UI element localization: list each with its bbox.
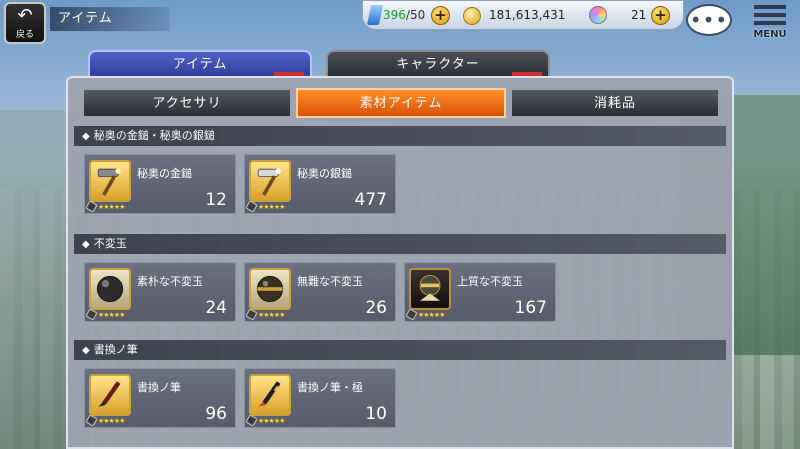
- menu-label: MENU: [753, 29, 787, 40]
- sub-tab-bar: アクセサリ 素材アイテム 消耗品: [82, 88, 720, 118]
- tab-characters-label: キャラクター: [396, 57, 480, 72]
- rarity-badge: ★★★★★: [85, 414, 125, 427]
- fine-orb-icon: [409, 268, 451, 310]
- item-card[interactable]: ★★★★★ 秘奥の銀鎚 477: [244, 154, 396, 214]
- item-count: 12: [205, 190, 227, 210]
- tab-items[interactable]: アイテム: [88, 50, 312, 78]
- tab-items-label: アイテム: [172, 57, 228, 72]
- tab-characters[interactable]: キャラクター: [326, 50, 550, 78]
- item-count: 477: [354, 190, 387, 210]
- gem-icon: [589, 6, 607, 24]
- item-count: 167: [514, 298, 547, 318]
- add-gems-button[interactable]: +: [651, 6, 670, 25]
- subtab-materials[interactable]: 素材アイテム: [296, 88, 506, 118]
- item-name: 書換ノ筆: [137, 381, 181, 394]
- gold-hammer-icon: [89, 160, 131, 202]
- item-card[interactable]: ★★★★★ 秘奥の金鎚 12: [84, 154, 236, 214]
- money-counter: 181,613,431: [489, 8, 566, 22]
- screen-title: アイテム: [50, 7, 170, 31]
- item-name: 書換ノ筆・極: [297, 381, 363, 394]
- brush-icon: [89, 374, 131, 416]
- section-header: ◆ 書換ノ筆: [74, 340, 726, 360]
- gem-counter: 21: [631, 8, 647, 22]
- section-title: 秘奥の金鎚・秘奥の銀鎚: [93, 129, 215, 142]
- rarity-badge: ★★★★★: [85, 200, 125, 213]
- coin-icon: [463, 7, 481, 25]
- rarity-badge: ★★★★★: [405, 308, 445, 321]
- item-card[interactable]: ★★★★★ 上質な不変玉 167: [404, 262, 556, 322]
- stamina-current: 396: [383, 8, 406, 22]
- subtab-accessory[interactable]: アクセサリ: [82, 88, 292, 118]
- item-count: 26: [365, 298, 387, 318]
- chat-bubble-icon: •••: [686, 4, 732, 36]
- item-card[interactable]: ★★★★★ 書換ノ筆 96: [84, 368, 236, 428]
- stamina-counter: 396/50: [383, 8, 425, 22]
- subtab-consumables[interactable]: 消耗品: [510, 88, 720, 118]
- item-name: 上質な不変玉: [457, 275, 523, 288]
- item-name: 秘奥の金鎚: [137, 167, 192, 180]
- item-card[interactable]: ★★★★★ 無難な不変玉 26: [244, 262, 396, 322]
- section-marker: ◆: [82, 239, 90, 250]
- item-count: 24: [205, 298, 227, 318]
- section-header: ◆ 秘奥の金鎚・秘奥の銀鎚: [74, 126, 726, 146]
- rarity-badge: ★★★★★: [85, 308, 125, 321]
- item-count: 10: [365, 404, 387, 424]
- item-name: 秘奥の銀鎚: [297, 167, 352, 180]
- decent-orb-icon: [249, 268, 291, 310]
- back-button[interactable]: ↶ 戻る: [4, 2, 46, 44]
- section-marker: ◆: [82, 131, 90, 142]
- resource-bar: 396/50 + 181,613,431 21 +: [362, 0, 684, 30]
- stamina-icon: [366, 5, 384, 25]
- rarity-badge: ★★★★★: [245, 308, 285, 321]
- item-panel: アクセサリ 素材アイテム 消耗品 ◆ 秘奥の金鎚・秘奥の銀鎚 ★★★★★ 秘奥の金…: [66, 76, 734, 449]
- item-count: 96: [205, 404, 227, 424]
- back-label: 戻る: [15, 29, 34, 40]
- rarity-badge: ★★★★★: [245, 414, 285, 427]
- back-arrow-icon: ↶: [17, 4, 33, 26]
- plain-orb-icon: [89, 268, 131, 310]
- silver-hammer-icon: [249, 160, 291, 202]
- section-marker: ◆: [82, 345, 90, 356]
- menu-button[interactable]: MENU: [748, 2, 792, 44]
- item-name: 素朴な不変玉: [137, 275, 203, 288]
- stamina-max: /50: [405, 8, 426, 22]
- rarity-badge: ★★★★★: [245, 200, 285, 213]
- item-name: 無難な不変玉: [297, 275, 363, 288]
- chat-button[interactable]: •••: [686, 4, 734, 42]
- menu-icon: [754, 5, 786, 27]
- section-title: 書換ノ筆: [93, 343, 138, 356]
- brush-extreme-icon: [249, 374, 291, 416]
- add-stamina-button[interactable]: +: [431, 6, 450, 25]
- section-title: 不変玉: [93, 237, 127, 250]
- section-header: ◆ 不変玉: [74, 234, 726, 254]
- item-card[interactable]: ★★★★★ 素朴な不変玉 24: [84, 262, 236, 322]
- item-card[interactable]: ★★★★★ 書換ノ筆・極 10: [244, 368, 396, 428]
